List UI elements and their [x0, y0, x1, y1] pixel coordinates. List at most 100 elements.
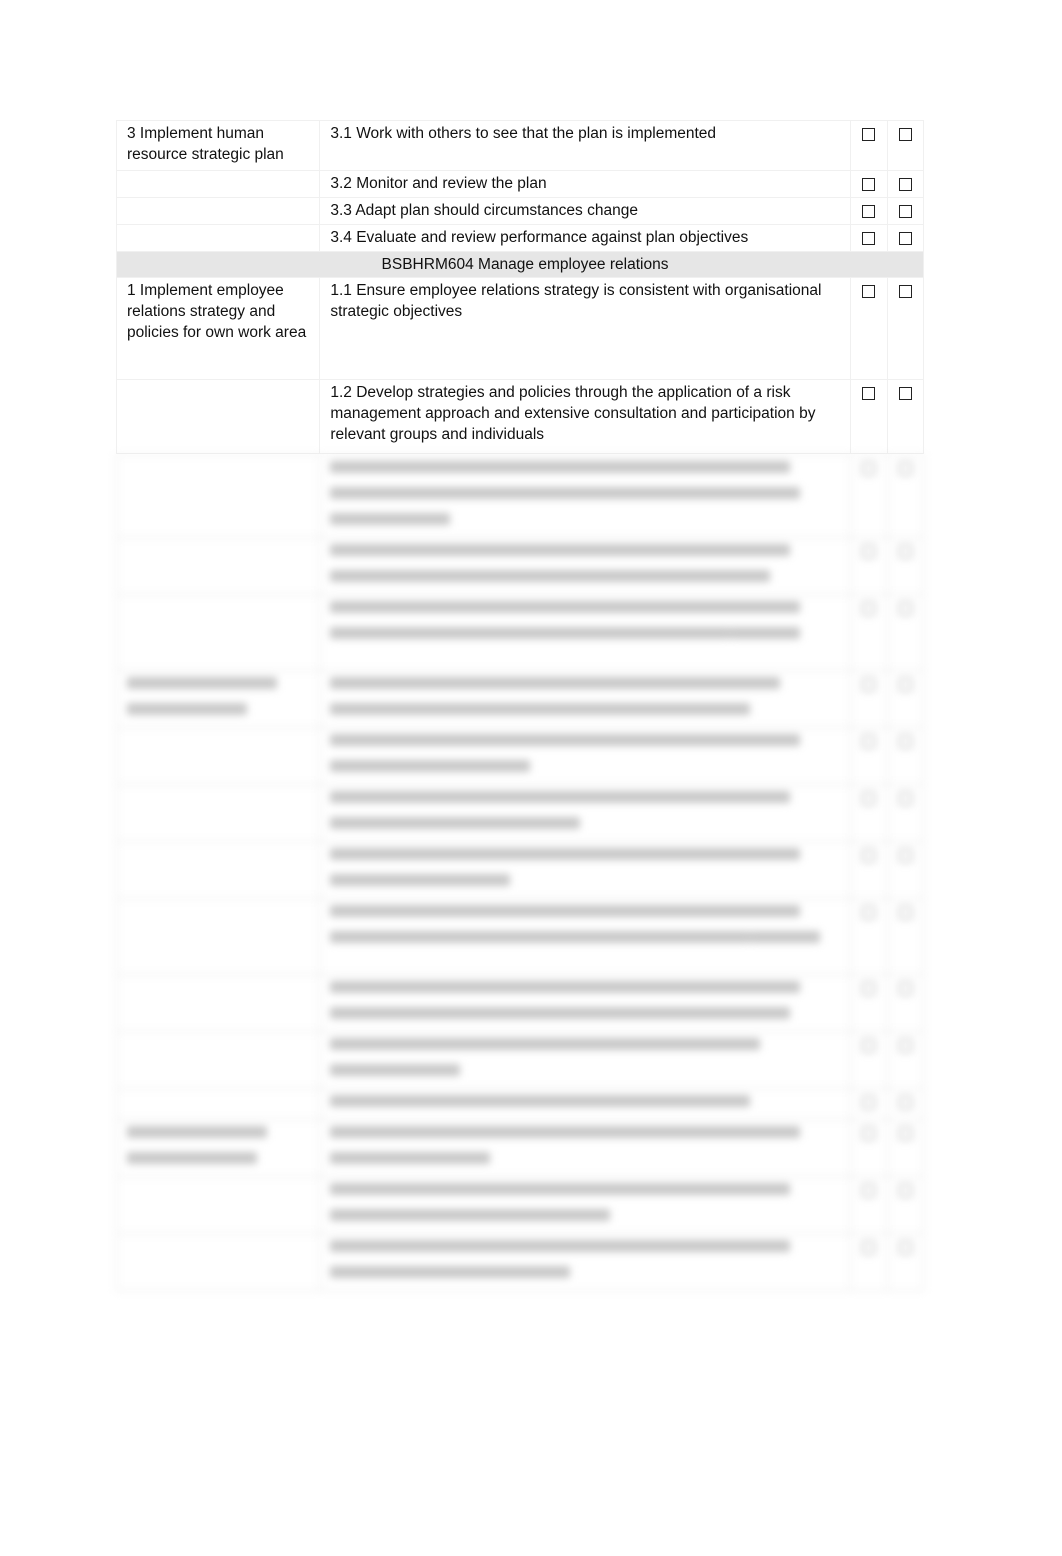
table-row: 3.3 Adapt plan should circumstances chan…: [115, 197, 925, 225]
checkbox-no-cell[interactable]: [886, 277, 925, 380]
checkbox-no-cell[interactable]: [886, 224, 925, 252]
checkbox-no: [898, 602, 912, 615]
criteria-cell: [319, 1088, 852, 1120]
checkbox-no: [898, 1241, 912, 1254]
checkbox-no: [898, 545, 912, 558]
checkbox-yes: [862, 849, 876, 862]
checkbox-no-cell[interactable]: [886, 379, 925, 454]
checkbox-yes: [862, 462, 876, 475]
element-cell: [115, 1031, 321, 1089]
checkbox-no-cell[interactable]: [886, 197, 925, 225]
criteria-cell: 1.1 Ensure employee relations strategy i…: [319, 277, 852, 380]
blurred-row: [115, 537, 925, 595]
blurred-row: [115, 1233, 925, 1291]
checkbox-no-cell: [886, 1119, 925, 1177]
checkbox-yes-cell[interactable]: [850, 379, 888, 454]
criteria-cell: [319, 537, 852, 595]
checkbox-yes[interactable]: [862, 205, 876, 218]
checkbox-yes: [862, 1127, 876, 1140]
checkbox-yes-cell[interactable]: [850, 170, 888, 198]
criteria-cell: [319, 594, 852, 671]
checkbox-no-cell: [886, 537, 925, 595]
element-cell: [115, 197, 321, 225]
checkbox-no: [898, 1096, 912, 1109]
checkbox-yes: [862, 1241, 876, 1254]
blurred-row: [115, 454, 925, 538]
element-cell: [115, 1233, 321, 1291]
checkbox-no-cell[interactable]: [886, 120, 925, 171]
checkbox-yes-cell[interactable]: [850, 120, 888, 171]
section-heading-text: BSBHRM604 Manage employee relations: [381, 256, 669, 273]
element-cell: 1 Implement employee relations strategy …: [115, 277, 321, 380]
checkbox-no[interactable]: [898, 178, 912, 191]
criteria-cell: 1.2 Develop strategies and policies thro…: [319, 379, 852, 454]
checkbox-yes-cell[interactable]: [850, 224, 888, 252]
checkbox-yes: [862, 545, 876, 558]
checkbox-no[interactable]: [898, 205, 912, 218]
criteria-cell: 3.1 Work with others to see that the pla…: [319, 120, 852, 171]
element-cell: [115, 898, 321, 975]
checkbox-no-cell: [886, 454, 925, 538]
criteria-cell: [319, 1233, 852, 1291]
criteria-cell: [319, 727, 852, 785]
checkbox-yes[interactable]: [862, 387, 876, 400]
element-cell: [115, 379, 321, 454]
checkbox-yes[interactable]: [862, 232, 876, 245]
checkbox-yes: [862, 678, 876, 691]
checkbox-no-cell: [886, 974, 925, 1032]
checkbox-yes[interactable]: [862, 285, 876, 298]
checkbox-yes: [862, 1039, 876, 1052]
document-page: 3 Implement human resource strategic pla…: [115, 120, 925, 1291]
criteria-cell: 3.4 Evaluate and review performance agai…: [319, 224, 852, 252]
checkbox-no-cell: [886, 841, 925, 899]
checkbox-no: [898, 982, 912, 995]
checkbox-yes[interactable]: [862, 128, 876, 141]
element-cell: [115, 1088, 321, 1120]
checkbox-yes-cell: [850, 841, 888, 899]
blurred-row: [115, 784, 925, 842]
blurred-row: [115, 841, 925, 899]
blurred-row: [115, 1088, 925, 1120]
checkbox-yes: [862, 906, 876, 919]
checkbox-no: [898, 462, 912, 475]
element-cell: [115, 224, 321, 252]
checkbox-yes[interactable]: [862, 178, 876, 191]
criteria-cell: 3.3 Adapt plan should circumstances chan…: [319, 197, 852, 225]
checkbox-no: [898, 849, 912, 862]
blurred-row: [115, 1176, 925, 1234]
checkbox-yes-cell[interactable]: [850, 277, 888, 380]
assessment-table: 3 Implement human resource strategic pla…: [115, 120, 925, 454]
checkbox-no[interactable]: [898, 387, 912, 400]
checkbox-yes-cell: [850, 727, 888, 785]
checkbox-no: [898, 1184, 912, 1197]
element-cell: [115, 841, 321, 899]
element-cell: [115, 784, 321, 842]
criteria-cell: [319, 1119, 852, 1177]
checkbox-no-cell: [886, 1088, 925, 1120]
checkbox-no-cell: [886, 1176, 925, 1234]
checkbox-no[interactable]: [898, 285, 912, 298]
blurred-row: [115, 898, 925, 975]
element-cell: [115, 670, 321, 728]
table-row: 3 Implement human resource strategic pla…: [115, 120, 925, 171]
criteria-cell: [319, 454, 852, 538]
checkbox-no: [898, 1039, 912, 1052]
checkbox-no-cell: [886, 1233, 925, 1291]
checkbox-yes: [862, 982, 876, 995]
checkbox-yes: [862, 735, 876, 748]
checkbox-yes-cell: [850, 1176, 888, 1234]
checkbox-yes-cell[interactable]: [850, 197, 888, 225]
checkbox-yes: [862, 602, 876, 615]
blurred-row: [115, 1119, 925, 1177]
checkbox-yes-cell: [850, 898, 888, 975]
checkbox-no[interactable]: [898, 128, 912, 141]
section-heading-row: BSBHRM604 Manage employee relations: [116, 251, 924, 278]
criteria-cell: 3.2 Monitor and review the plan: [319, 170, 852, 198]
checkbox-yes-cell: [850, 594, 888, 671]
checkbox-no-cell[interactable]: [886, 170, 925, 198]
element-cell: [115, 974, 321, 1032]
checkbox-yes: [862, 792, 876, 805]
checkbox-no: [898, 1127, 912, 1140]
criteria-cell: [319, 1031, 852, 1089]
checkbox-no[interactable]: [898, 232, 912, 245]
